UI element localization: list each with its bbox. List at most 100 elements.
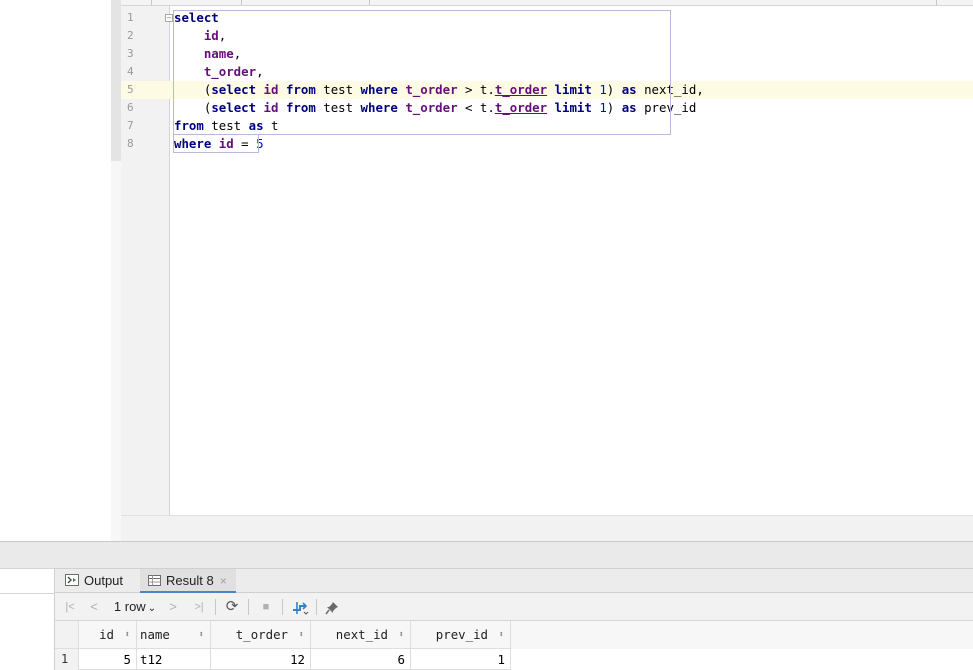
code-token: id [203, 28, 219, 43]
refresh-icon[interactable]: ⟳ [222, 597, 242, 617]
sort-icon[interactable]: ⬍ [499, 621, 504, 649]
code-line[interactable]: (select id from test where t_order > t.t… [174, 81, 704, 99]
result-toolbar: |< < 1 row ⌄ > >| ⟳ ■ [55, 593, 973, 621]
table-cell-prev-id[interactable]: 1 [411, 649, 511, 670]
code-token: t [263, 118, 279, 133]
code-token: prev_id [636, 100, 697, 115]
code-token: name [203, 46, 234, 61]
tab-output-label: Output [84, 573, 124, 588]
transaction-mode-icon[interactable] [289, 597, 311, 617]
line-number[interactable]: 6 [127, 99, 147, 117]
services-panel: Output Result 8 × |< < 1 row⌄ > >| ⟳ ■ [0, 568, 973, 670]
table-cell-id[interactable]: 5 [79, 649, 137, 670]
code-token: 1 [599, 100, 607, 115]
column-header-next-id[interactable]: next_id ⬍ [311, 621, 411, 649]
code-token: next_id, [636, 82, 704, 97]
tab-separator [369, 0, 370, 5]
first-page-icon[interactable]: |< [62, 597, 78, 617]
line-number[interactable]: 8 [127, 135, 147, 153]
code-token: , [218, 28, 227, 43]
tab-result-label: Result 8 [166, 573, 214, 588]
code-token: select [174, 10, 219, 25]
code-token: id [218, 136, 234, 151]
toolbar-separator [316, 599, 317, 615]
code-token: as [621, 82, 637, 97]
line-number[interactable]: 7 [127, 117, 147, 135]
result-grid[interactable]: id ⬍ name ⬍ t_order ⬍ next_id ⬍ prev_id ⬍ 1 5… [55, 621, 973, 670]
stop-icon[interactable]: ■ [256, 597, 276, 617]
code-token: , [233, 46, 242, 61]
rows-count-dropdown[interactable]: 1 row ⌄ [113, 597, 157, 617]
code-token: ( [174, 82, 212, 97]
table-cell-t-order[interactable]: 12 [211, 649, 311, 670]
tab-separator [241, 0, 242, 5]
column-header-id[interactable]: id ⬍ [79, 621, 137, 649]
line-number[interactable]: 4 [127, 63, 147, 81]
code-line[interactable]: id, [174, 27, 226, 45]
sort-icon[interactable]: ⬍ [399, 621, 404, 649]
code-token: select [211, 82, 257, 97]
line-number[interactable]: 1 [127, 9, 147, 27]
column-header-label: name [140, 627, 170, 642]
line-number[interactable]: 3 [127, 45, 147, 63]
tab-result-8[interactable]: Result 8 × [140, 569, 236, 593]
next-page-icon[interactable]: > [165, 597, 181, 617]
code-token: t_order [405, 82, 458, 97]
sort-icon[interactable]: ⬍ [299, 621, 304, 649]
column-header-t-order[interactable]: t_order ⬍ [211, 621, 311, 649]
line-number[interactable]: 5 [127, 81, 147, 99]
code-line[interactable]: select [174, 9, 219, 27]
code-token: = [233, 136, 257, 151]
code-token: test [315, 82, 361, 97]
code-token: test [203, 118, 249, 133]
code-token: from [174, 118, 204, 133]
line-number[interactable]: 2 [127, 27, 147, 45]
last-page-icon[interactable]: >| [189, 597, 209, 617]
code-token: from [285, 82, 316, 97]
row-number[interactable]: 1 [55, 649, 79, 670]
column-header-label: next_id [335, 627, 388, 642]
table-cell-next-id[interactable]: 6 [311, 649, 411, 670]
grid-header: id ⬍ name ⬍ t_order ⬍ next_id ⬍ prev_id ⬍ [55, 621, 973, 649]
table-cell-name[interactable]: t12 [137, 649, 211, 670]
panel-splitter[interactable] [0, 541, 973, 568]
code-line[interactable]: (select id from test where t_order < t.t… [174, 99, 697, 117]
code-token: ) [606, 100, 622, 115]
code-line[interactable]: where id = 5 [174, 135, 264, 153]
divider [0, 593, 55, 594]
project-panel-scrollbar[interactable] [111, 0, 121, 161]
code-line[interactable]: name, [174, 45, 241, 63]
fold-icon[interactable]: − [165, 14, 173, 22]
sort-icon[interactable]: ⬍ [199, 621, 204, 649]
sql-editor[interactable]: 12345678 − select id, name, t_order, (se… [121, 0, 973, 541]
code-line[interactable]: from test as t [174, 117, 278, 135]
services-tree[interactable] [0, 568, 55, 670]
code-token: select [211, 100, 257, 115]
editor-horizontal-scrollbar[interactable] [121, 515, 973, 541]
sort-icon[interactable]: ⬍ [125, 621, 130, 649]
tab-separator [936, 0, 937, 5]
code-token: ) [606, 82, 622, 97]
code-token: where [360, 82, 398, 97]
code-token: as [621, 100, 637, 115]
table-icon [148, 570, 161, 594]
previous-page-icon[interactable]: < [86, 597, 102, 617]
column-header-label: id [99, 627, 114, 642]
code-line[interactable]: t_order, [174, 63, 264, 81]
column-header-label: t_order [235, 627, 288, 642]
pin-icon[interactable] [322, 597, 342, 617]
console-output-icon [65, 570, 79, 594]
column-header-name[interactable]: name ⬍ [137, 621, 211, 649]
tab-output[interactable]: Output [65, 569, 145, 593]
code-token: limit [554, 100, 592, 115]
close-icon[interactable]: × [220, 574, 227, 588]
column-header-prev-id[interactable]: prev_id ⬍ [411, 621, 511, 649]
code-token: from [285, 100, 316, 115]
result-tabs-bar: Output Result 8 × [55, 568, 973, 593]
